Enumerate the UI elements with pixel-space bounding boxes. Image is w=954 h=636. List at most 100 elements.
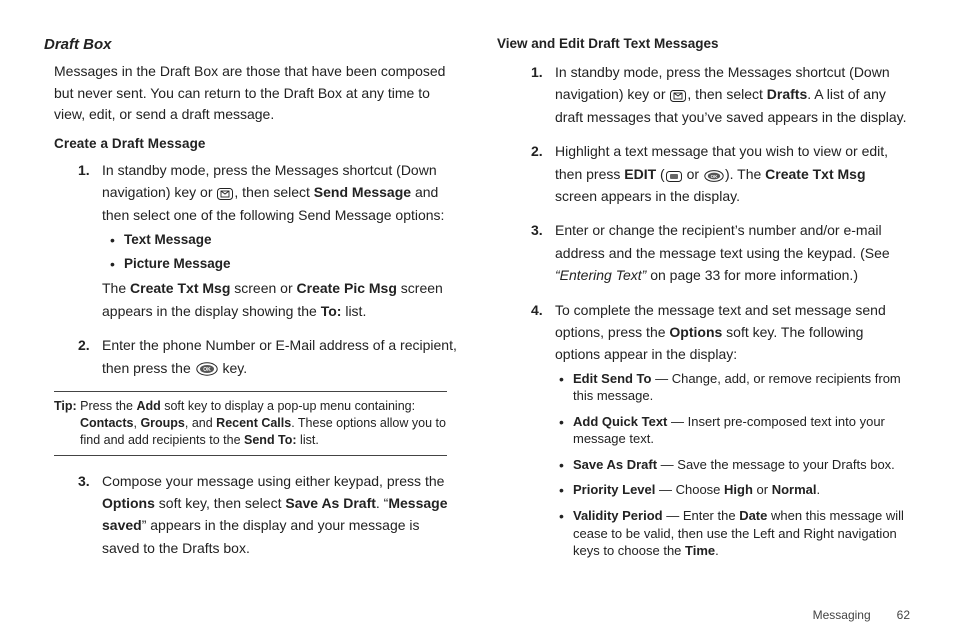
bold-text: Create Txt Msg — [130, 280, 230, 296]
right-step-1: 1. In standby mode, press the Messages s… — [531, 61, 910, 128]
bold-text: Create Pic Msg — [297, 280, 397, 296]
bold-text: Time — [685, 543, 715, 558]
right-subheading: View and Edit Draft Text Messages — [497, 36, 910, 51]
right-steps: 1. In standby mode, press the Messages s… — [531, 61, 910, 560]
bold-text: To: — [321, 303, 342, 319]
text: or — [753, 482, 772, 497]
footer-section: Messaging — [813, 608, 871, 622]
option-desc: — Save the message to your Drafts box. — [657, 457, 895, 472]
text: — Enter the — [663, 508, 740, 523]
text: key. — [219, 360, 248, 376]
bold-text: Options — [669, 324, 722, 340]
right-step-2: 2. Highlight a text message that you wis… — [531, 140, 910, 207]
text: , then select — [687, 86, 766, 102]
text: Compose your message using either keypad… — [102, 473, 444, 489]
send-message-options: Text Message Picture Message — [110, 230, 457, 273]
section-title: Draft Box — [44, 36, 457, 53]
page: Draft Box Messages in the Draft Box are … — [0, 0, 954, 636]
option-label: Add Quick Text — [573, 414, 667, 429]
envelope-key-icon — [670, 90, 686, 102]
option-edit-send-to: Edit Send To — Change, add, or remove re… — [559, 370, 910, 405]
bold-text: Recent Calls — [216, 416, 291, 430]
text: ). The — [725, 166, 765, 182]
option-add-quick-text: Add Quick Text — Insert pre-composed tex… — [559, 413, 910, 448]
svg-text:OK: OK — [711, 174, 719, 179]
bold-text: High — [724, 482, 753, 497]
step-number: 2. — [78, 334, 90, 356]
text: . — [817, 482, 821, 497]
left-step-2: 2. Enter the phone Number or E-Mail addr… — [78, 334, 457, 379]
left-subheading: Create a Draft Message — [54, 136, 457, 151]
right-column: View and Edit Draft Text Messages 1. In … — [497, 36, 910, 636]
right-step-3: 3. Enter or change the recipient’s numbe… — [531, 219, 910, 286]
step-number: 1. — [531, 61, 543, 83]
text: Press the — [77, 399, 137, 413]
left-step-1: 1. In standby mode, press the Messages s… — [78, 159, 457, 322]
step-number: 2. — [531, 140, 543, 162]
option-label: Priority Level — [573, 482, 655, 497]
bold-text: Options — [102, 495, 155, 511]
step-number: 3. — [78, 470, 90, 492]
step-number: 1. — [78, 159, 90, 181]
option-save-as-draft: Save As Draft — Save the message to your… — [559, 456, 910, 474]
text: ( — [656, 166, 665, 182]
text: . “ — [376, 495, 388, 511]
tip-box: Tip: Press the Add soft key to display a… — [54, 391, 447, 456]
option-picture-message: Picture Message — [110, 254, 457, 274]
option-label: Picture Message — [124, 256, 231, 271]
soft-key-icon — [666, 171, 682, 182]
text: Enter or change the recipient’s number a… — [555, 222, 890, 260]
text: — Choose — [655, 482, 724, 497]
text: soft key to display a pop-up menu contai… — [161, 399, 415, 413]
bold-text: Groups — [140, 416, 184, 430]
text: or — [683, 166, 703, 182]
italic-text: “Entering Text” — [555, 267, 646, 283]
tip-text: Tip: Press the Add soft key to display a… — [54, 398, 447, 449]
tip-label: Tip: — [54, 399, 77, 413]
bold-text: Drafts — [767, 86, 807, 102]
right-step-4: 4. To complete the message text and set … — [531, 299, 910, 560]
text: screen or — [230, 280, 296, 296]
text: list. — [297, 433, 319, 447]
bold-text: Add — [136, 399, 160, 413]
left-steps-cont: 3. Compose your message using either key… — [78, 470, 457, 560]
text: soft key, then select — [155, 495, 285, 511]
bold-text: Send Message — [314, 184, 411, 200]
bold-text: Create Txt Msg — [765, 166, 865, 182]
text: ” appears in the display and your messag… — [102, 517, 420, 555]
envelope-key-icon — [217, 188, 233, 200]
option-priority-level: Priority Level — Choose High or Normal. — [559, 481, 910, 499]
text: The — [102, 280, 130, 296]
left-steps: 1. In standby mode, press the Messages s… — [78, 159, 457, 379]
option-label: Text Message — [124, 232, 212, 247]
step-number: 4. — [531, 299, 543, 321]
text: on page 33 for more information.) — [646, 267, 858, 283]
bold-text: Date — [739, 508, 767, 523]
text: . — [715, 543, 719, 558]
intro-paragraph: Messages in the Draft Box are those that… — [54, 61, 457, 126]
option-validity-period: Validity Period — Enter the Date when th… — [559, 507, 910, 560]
ok-key-icon: OK — [196, 362, 218, 376]
text: list. — [341, 303, 366, 319]
bold-text: Save As Draft — [285, 495, 376, 511]
footer-page-number: 62 — [897, 608, 910, 622]
text: screen appears in the display. — [555, 188, 740, 204]
text: , then select — [234, 184, 313, 200]
ok-key-icon: OK — [704, 170, 724, 182]
svg-text:OK: OK — [203, 367, 211, 373]
page-footer: Messaging 62 — [813, 608, 910, 622]
bold-text: EDIT — [624, 166, 656, 182]
options-list: Edit Send To — Change, add, or remove re… — [559, 370, 910, 560]
text: , and — [185, 416, 216, 430]
option-label: Edit Send To — [573, 371, 651, 386]
left-column: Draft Box Messages in the Draft Box are … — [44, 36, 457, 636]
bold-text: Contacts — [80, 416, 133, 430]
bold-text: Normal — [772, 482, 817, 497]
text: Enter the phone Number or E-Mail address… — [102, 337, 457, 375]
step-number: 3. — [531, 219, 543, 241]
option-label: Validity Period — [573, 508, 663, 523]
option-label: Save As Draft — [573, 457, 657, 472]
option-text-message: Text Message — [110, 230, 457, 250]
left-step-3: 3. Compose your message using either key… — [78, 470, 457, 560]
bold-text: Send To: — [244, 433, 297, 447]
